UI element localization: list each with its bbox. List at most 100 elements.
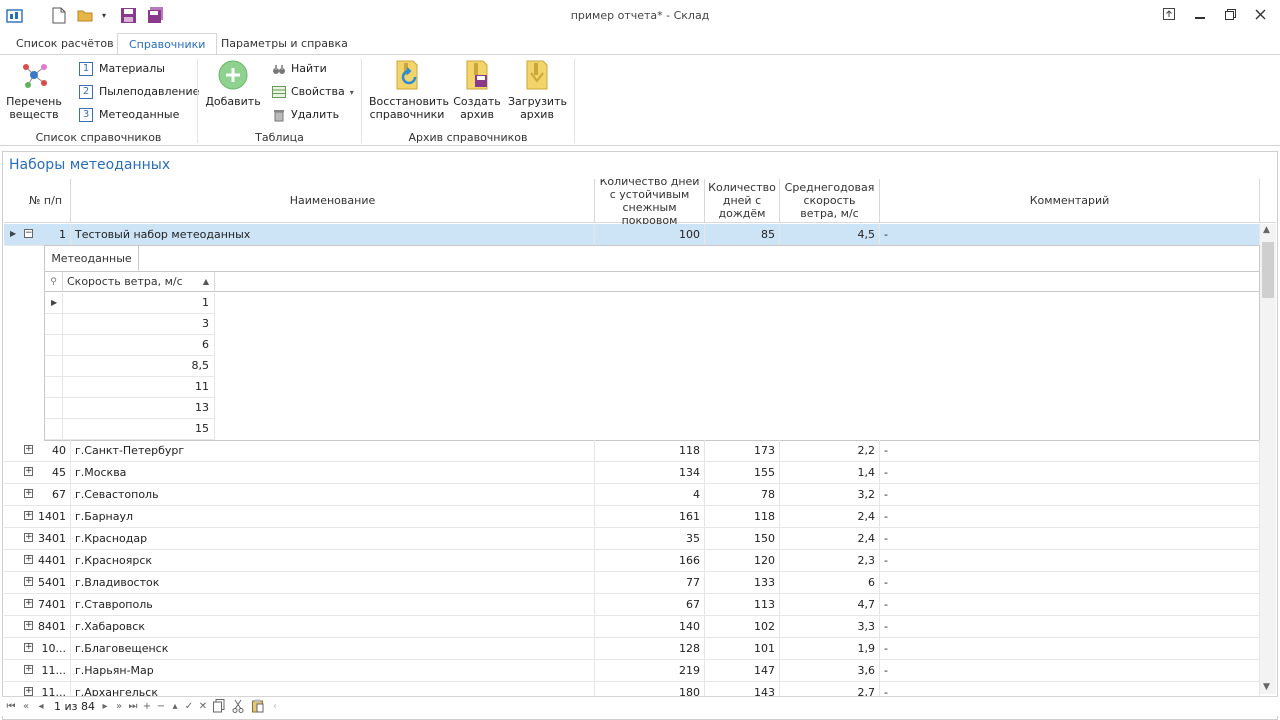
cell-name[interactable]: Тестовый набор метеоданных [71,224,595,245]
cell-wind-speed[interactable]: 2,4 [780,528,880,549]
nav-next-record-icon[interactable]: ▸ [98,699,112,715]
cell-name[interactable]: г.Благовещенск [71,638,595,659]
cell-wind-speed[interactable]: 3,6 [780,660,880,681]
cell-wind-speed[interactable]: 2,2 [780,440,880,461]
column-header-snow-days[interactable]: Количество дней с устойчивым снежным пок… [595,179,705,227]
cell-wind-speed[interactable]: 4,7 [780,594,880,615]
cell-name[interactable]: г.Москва [71,462,595,483]
dust-suppression-button[interactable]: 2 Пылеподавление [79,83,199,101]
table-row[interactable]: +5401 г.Владивосток 77 133 6- [4,572,1260,594]
cell-name[interactable]: г.Ставрополь [71,594,595,615]
cell-rain-days[interactable]: 85 [705,224,780,245]
cell-rain-days[interactable]: 120 [705,550,780,571]
table-row[interactable]: +7401 г.Ставрополь 67 113 4,7- [4,594,1260,616]
cell-snow-days[interactable]: 67 [595,594,705,615]
cell-name[interactable]: г.Барнаул [71,506,595,527]
cell-wind-speed[interactable]: 2,3 [780,550,880,571]
cell-num[interactable]: 1401 [21,506,71,527]
cell-wind-speed[interactable]: 1,9 [780,638,880,659]
cell-comment[interactable]: - [880,550,1260,571]
create-archive-button[interactable]: Создать архив [451,59,503,121]
find-button[interactable]: Найти [272,60,327,78]
cell-rain-days[interactable]: 150 [705,528,780,549]
cell-snow-days[interactable]: 180 [595,682,705,696]
table-row-selected[interactable]: ▶ − 1 Тестовый набор метеоданных 100 85 … [4,224,1260,246]
cell-comment[interactable]: - [880,528,1260,549]
nav-remove-icon[interactable]: − [154,699,168,715]
nav-add-icon[interactable]: + [140,699,154,715]
cell-num[interactable]: 10... [21,638,71,659]
cell-snow-days[interactable]: 134 [595,462,705,483]
cell-num[interactable]: 4401 [21,550,71,571]
detail-row[interactable]: 11 [45,377,215,398]
nav-cut-icon[interactable] [231,699,245,715]
cell-wind-speed[interactable]: 3,2 [780,484,880,505]
cell-num[interactable]: 1 [21,224,71,245]
nav-prev-record-icon[interactable]: ◂ [34,699,48,715]
cell-snow-days[interactable]: 77 [595,572,705,593]
cell-wind-speed[interactable]: 2,4 [780,506,880,527]
cell-name[interactable]: г.Нарьян-Мар [71,660,595,681]
cell-num[interactable]: 8401 [21,616,71,637]
cell-wind-speed[interactable]: 2,7 [780,682,880,696]
detail-row[interactable]: 8,5 [45,356,215,377]
cell-comment[interactable]: - [880,616,1260,637]
cell-snow-days[interactable]: 35 [595,528,705,549]
cell-snow-days[interactable]: 219 [595,660,705,681]
cell-comment[interactable]: - [880,440,1260,461]
restore-button[interactable] [1220,6,1240,26]
cell-name[interactable]: г.Владивосток [71,572,595,593]
cell-comment[interactable]: - [880,462,1260,483]
table-row[interactable]: +45 г.Москва 134 155 1,4- [4,462,1260,484]
cell-num[interactable]: 3401 [21,528,71,549]
tab-calculations[interactable]: Список расчётов [5,33,125,55]
cell-rain-days[interactable]: 113 [705,594,780,615]
table-row[interactable]: +40 г.Санкт-Петербург 118 173 2,2- [4,440,1260,462]
table-row[interactable]: +8401 г.Хабаровск 140 102 3,3- [4,616,1260,638]
nav-edit-icon[interactable]: ▴ [168,699,182,715]
column-header-wind-speed[interactable]: Среднегодовая скорость ветра, м/с [780,179,880,223]
cell-num[interactable]: 40 [21,440,71,461]
table-row[interactable]: +1401 г.Барнаул 161 118 2,4- [4,506,1260,528]
cell-snow-days[interactable]: 100 [595,224,705,245]
cell-name[interactable]: г.Севастополь [71,484,595,505]
cell-snow-days[interactable]: 161 [595,506,705,527]
cell-name[interactable]: г.Санкт-Петербург [71,440,595,461]
nav-last-page-icon[interactable]: ⏭ [126,699,140,715]
cell-snow-days[interactable]: 128 [595,638,705,659]
scroll-up-icon[interactable]: ▲ [1263,225,1270,235]
cell-snow-days[interactable]: 118 [595,440,705,461]
cell-comment[interactable]: - [880,224,1260,245]
cell-wind-speed[interactable]: 3,3 [780,616,880,637]
cell-name[interactable]: г.Красноярск [71,550,595,571]
cell-rain-days[interactable]: 173 [705,440,780,461]
nav-cancel-icon[interactable]: ✕ [196,699,210,715]
table-row[interactable]: +3401 г.Краснодар 35 150 2,4- [4,528,1260,550]
column-header-name[interactable]: Наименование [71,179,595,223]
scroll-thumb[interactable] [1262,242,1274,298]
add-button[interactable]: Добавить [203,59,263,108]
cell-comment[interactable]: - [880,682,1260,696]
detail-search-icon[interactable]: ⚲ [45,272,63,292]
cell-wind-speed[interactable]: 4,5 [780,224,880,245]
detail-tab-meteodata[interactable]: Метеоданные [45,246,139,271]
cell-num[interactable]: 7401 [21,594,71,615]
cell-num[interactable]: 45 [21,462,71,483]
cell-rain-days[interactable]: 147 [705,660,780,681]
cell-wind-speed[interactable]: 1,4 [780,462,880,483]
cell-rain-days[interactable]: 143 [705,682,780,696]
scroll-down-icon[interactable]: ▼ [1263,682,1270,692]
cell-num[interactable]: 5401 [21,572,71,593]
nav-first-page-icon[interactable]: ⏮ [4,699,18,715]
nav-next-page-icon[interactable]: » [112,699,126,715]
detail-cell-wind-speed[interactable]: 15 [63,419,215,439]
table-row[interactable]: +11... г.Архангельск 180 143 2,7- [4,682,1260,696]
detail-cell-wind-speed[interactable]: 8,5 [63,356,215,376]
nav-copy-icon[interactable] [212,699,226,715]
nav-prev-page-icon[interactable]: « [19,699,33,715]
column-header-rain-days[interactable]: Количество дней с дождём [705,179,780,223]
restore-directories-button[interactable]: Восстановить справочники [369,59,449,121]
cell-rain-days[interactable]: 118 [705,506,780,527]
detail-row[interactable]: 6 [45,335,215,356]
column-header-num[interactable]: № п/п [21,179,71,223]
